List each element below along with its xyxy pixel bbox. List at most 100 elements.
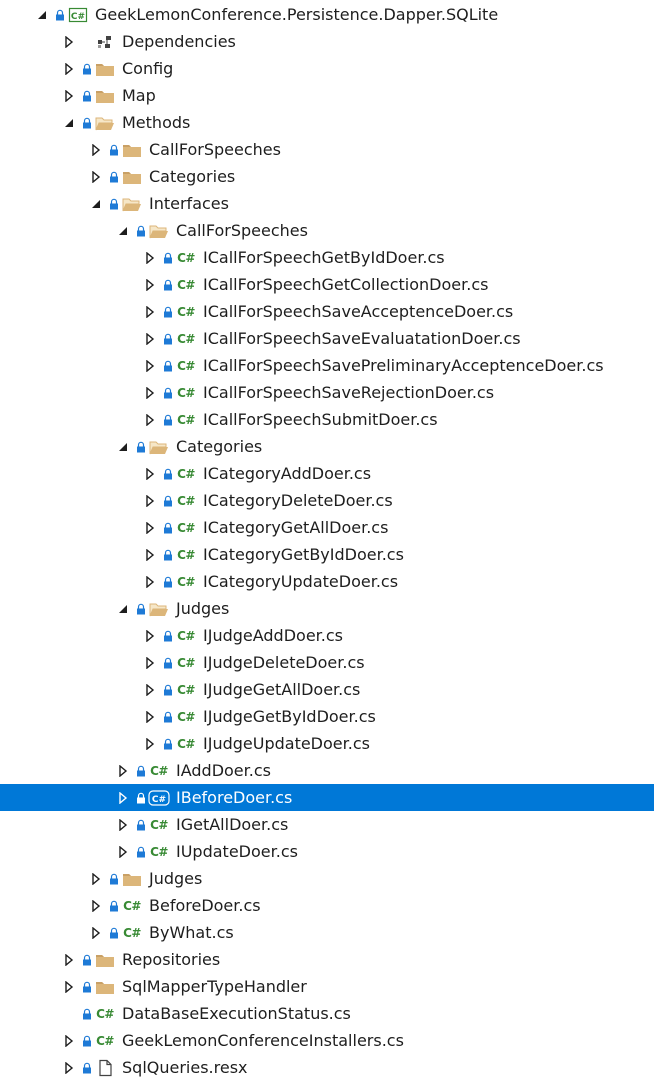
expand-arrow-icon[interactable] (142, 487, 158, 514)
tree-item[interactable]: C# ICallForSpeechSaveRejectionDoer.cs (0, 379, 654, 406)
tree-item[interactable]: C# DataBaseExecutionStatus.cs (0, 1000, 654, 1027)
expand-arrow-icon[interactable] (115, 784, 131, 811)
expand-arrow-icon[interactable] (142, 622, 158, 649)
tree-item[interactable]: C# ICategoryGetByIdDoer.cs (0, 541, 654, 568)
tree-item[interactable]: C# IJudgeDeleteDoer.cs (0, 649, 654, 676)
tree-item[interactable]: Judges (0, 865, 654, 892)
tree-item[interactable]: Methods (0, 109, 654, 136)
tree-item[interactable]: C# ByWhat.cs (0, 919, 654, 946)
expand-arrow-icon[interactable] (142, 730, 158, 757)
tree-item[interactable]: Config (0, 55, 654, 82)
resx-file-icon (94, 1054, 116, 1081)
tree-item[interactable]: C# IJudgeAddDoer.cs (0, 622, 654, 649)
expand-arrow-icon[interactable] (142, 649, 158, 676)
expand-arrow-icon[interactable] (61, 946, 77, 973)
expand-arrow-icon[interactable] (142, 298, 158, 325)
tree-item[interactable]: Judges (0, 595, 654, 622)
expand-arrow-icon[interactable] (142, 325, 158, 352)
expand-arrow-icon[interactable] (142, 703, 158, 730)
tree-item[interactable]: Map (0, 82, 654, 109)
tree-item-label: IUpdateDoer.cs (176, 842, 298, 861)
tree-item[interactable]: C# ICategoryDeleteDoer.cs (0, 487, 654, 514)
tree-item[interactable]: Categories (0, 433, 654, 460)
tree-item[interactable]: C# ICategoryAddDoer.cs (0, 460, 654, 487)
tree-item[interactable]: C# IUpdateDoer.cs (0, 838, 654, 865)
expand-arrow-icon[interactable] (115, 838, 131, 865)
tree-item[interactable]: C# ICategoryGetAllDoer.cs (0, 514, 654, 541)
expand-arrow-icon[interactable] (61, 973, 77, 1000)
folder-icon (94, 946, 116, 973)
expand-arrow-icon[interactable] (142, 568, 158, 595)
tree-item[interactable]: C# IGetAllDoer.cs (0, 811, 654, 838)
tree-item[interactable]: C# GeekLemonConferenceInstallers.cs (0, 1027, 654, 1054)
expand-arrow-icon[interactable] (88, 919, 104, 946)
tree-item[interactable]: Categories (0, 163, 654, 190)
tree-item[interactable]: C# ICategoryUpdateDoer.cs (0, 568, 654, 595)
tree-item[interactable]: C# IJudgeGetAllDoer.cs (0, 676, 654, 703)
expand-arrow-icon[interactable] (142, 352, 158, 379)
collapse-arrow-icon[interactable] (115, 595, 131, 622)
csharp-file-icon: C# (177, 412, 195, 427)
expand-arrow-icon[interactable] (115, 811, 131, 838)
collapse-arrow-icon[interactable] (115, 217, 131, 244)
expand-arrow-icon[interactable] (142, 379, 158, 406)
lock-icon (163, 522, 173, 534)
lock-icon (163, 387, 173, 399)
expand-arrow-icon[interactable] (61, 55, 77, 82)
tree-item-label: Categories (149, 167, 236, 186)
tree-item[interactable]: CallForSpeeches (0, 136, 654, 163)
tree-item[interactable]: C# ICallForSpeechSavePreliminaryAcceptenc… (0, 352, 654, 379)
expand-arrow-icon[interactable] (88, 892, 104, 919)
expand-arrow-icon[interactable] (115, 757, 131, 784)
csharp-file-icon: C# (177, 385, 195, 400)
expand-arrow-icon[interactable] (142, 244, 158, 271)
tree-item[interactable]: Repositories (0, 946, 654, 973)
tree-item[interactable]: SqlMapperTypeHandler (0, 973, 654, 1000)
tree-item-label: ICategoryGetByIdDoer.cs (203, 545, 404, 564)
tree-item[interactable]: C# ICallForSpeechSaveAcceptenceDoer.cs (0, 298, 654, 325)
tree-item[interactable]: C# GeekLemonConference.Persistence.Dapper… (0, 1, 654, 28)
expand-arrow-icon[interactable] (88, 865, 104, 892)
expand-arrow-icon[interactable] (61, 1054, 77, 1081)
expand-arrow-icon[interactable] (61, 28, 77, 55)
expand-arrow-icon[interactable] (88, 163, 104, 190)
lock-icon (109, 927, 119, 939)
tree-item[interactable]: C# IJudgeGetByIdDoer.cs (0, 703, 654, 730)
tree-item[interactable]: C# IJudgeUpdateDoer.cs (0, 730, 654, 757)
tree-item[interactable]: CallForSpeeches (0, 217, 654, 244)
tree-item[interactable]: SqlQueries.resx (0, 1054, 654, 1081)
tree-item-label: ByWhat.cs (149, 923, 234, 942)
tree-item[interactable]: C# ICallForSpeechGetCollectionDoer.cs (0, 271, 654, 298)
expand-arrow-icon[interactable] (142, 271, 158, 298)
tree-item[interactable]: C# BeforeDoer.cs (0, 892, 654, 919)
collapse-arrow-icon[interactable] (88, 190, 104, 217)
expand-arrow-icon[interactable] (142, 406, 158, 433)
lock-icon (109, 198, 119, 210)
tree-item-label: IJudgeGetByIdDoer.cs (203, 707, 376, 726)
tree-item[interactable]: Interfaces (0, 190, 654, 217)
tree-item-label: IJudgeGetAllDoer.cs (203, 680, 361, 699)
lock-icon (163, 495, 173, 507)
expand-arrow-icon[interactable] (88, 136, 104, 163)
collapse-arrow-icon[interactable] (34, 1, 50, 28)
tree-item[interactable]: Dependencies (0, 28, 654, 55)
tree-item-label: CallForSpeeches (149, 140, 281, 159)
lock-icon (163, 333, 173, 345)
collapse-arrow-icon[interactable] (115, 433, 131, 460)
expand-arrow-icon[interactable] (61, 82, 77, 109)
expand-arrow-icon[interactable] (142, 514, 158, 541)
expand-arrow-icon[interactable] (142, 676, 158, 703)
collapse-arrow-icon[interactable] (61, 109, 77, 136)
tree-item[interactable]: C# IBeforeDoer.cs (0, 784, 654, 811)
tree-item[interactable]: C# ICallForSpeechGetByIdDoer.cs (0, 244, 654, 271)
expand-arrow-icon[interactable] (61, 1027, 77, 1054)
expand-arrow-icon[interactable] (142, 460, 158, 487)
tree-item[interactable]: C# ICallForSpeechSubmitDoer.cs (0, 406, 654, 433)
csharp-file-icon: C# (96, 1033, 114, 1048)
tree-item[interactable]: C# ICallForSpeechSaveEvaluatationDoer.cs (0, 325, 654, 352)
svg-text:C#: C# (152, 795, 166, 805)
csharp-file-icon: C# (177, 736, 195, 751)
tree-item-label: GeekLemonConferenceInstallers.cs (122, 1031, 404, 1050)
tree-item[interactable]: C# IAddDoer.cs (0, 757, 654, 784)
expand-arrow-icon[interactable] (142, 541, 158, 568)
